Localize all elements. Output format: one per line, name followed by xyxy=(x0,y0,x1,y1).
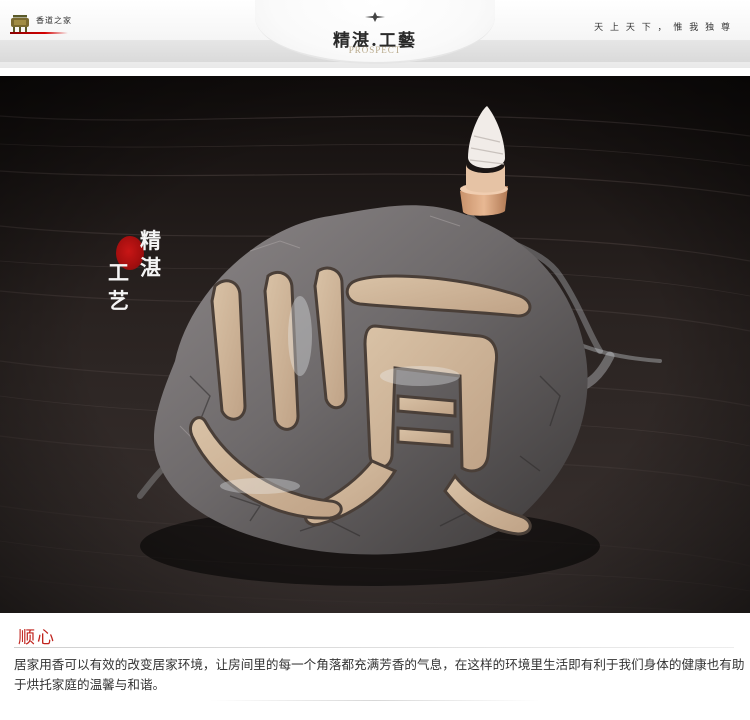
header-subtitle: PROSPECT xyxy=(348,45,402,55)
product-photo: 精 湛 工 艺 xyxy=(0,76,750,613)
header-banner: 香道之家 精湛.工藝 PROSPECT 天 上 天 下 ， 惟 我 独 尊 xyxy=(0,0,750,68)
callout-char-4: 艺 xyxy=(108,288,129,313)
bottom-divider xyxy=(210,700,540,701)
callout-char-1: 精 xyxy=(140,228,161,253)
section-description: 居家用香可以有效的改变居家环境，让房间里的每一个角落都充满芳香的气息，在这样的环… xyxy=(14,657,745,692)
callout-char-2: 湛 xyxy=(140,255,161,280)
product-photo-art xyxy=(0,76,750,613)
callout-char-3: 工 xyxy=(108,260,129,285)
brand-name[interactable]: 香道之家 xyxy=(36,15,72,26)
header-slogan: 天 上 天 下 ， 惟 我 独 尊 xyxy=(594,23,732,33)
section-divider xyxy=(14,647,734,648)
craft-callout: 精 湛 工 艺 xyxy=(108,226,178,326)
section-title: 顺心 xyxy=(18,628,56,648)
ornament-icon xyxy=(363,8,387,22)
